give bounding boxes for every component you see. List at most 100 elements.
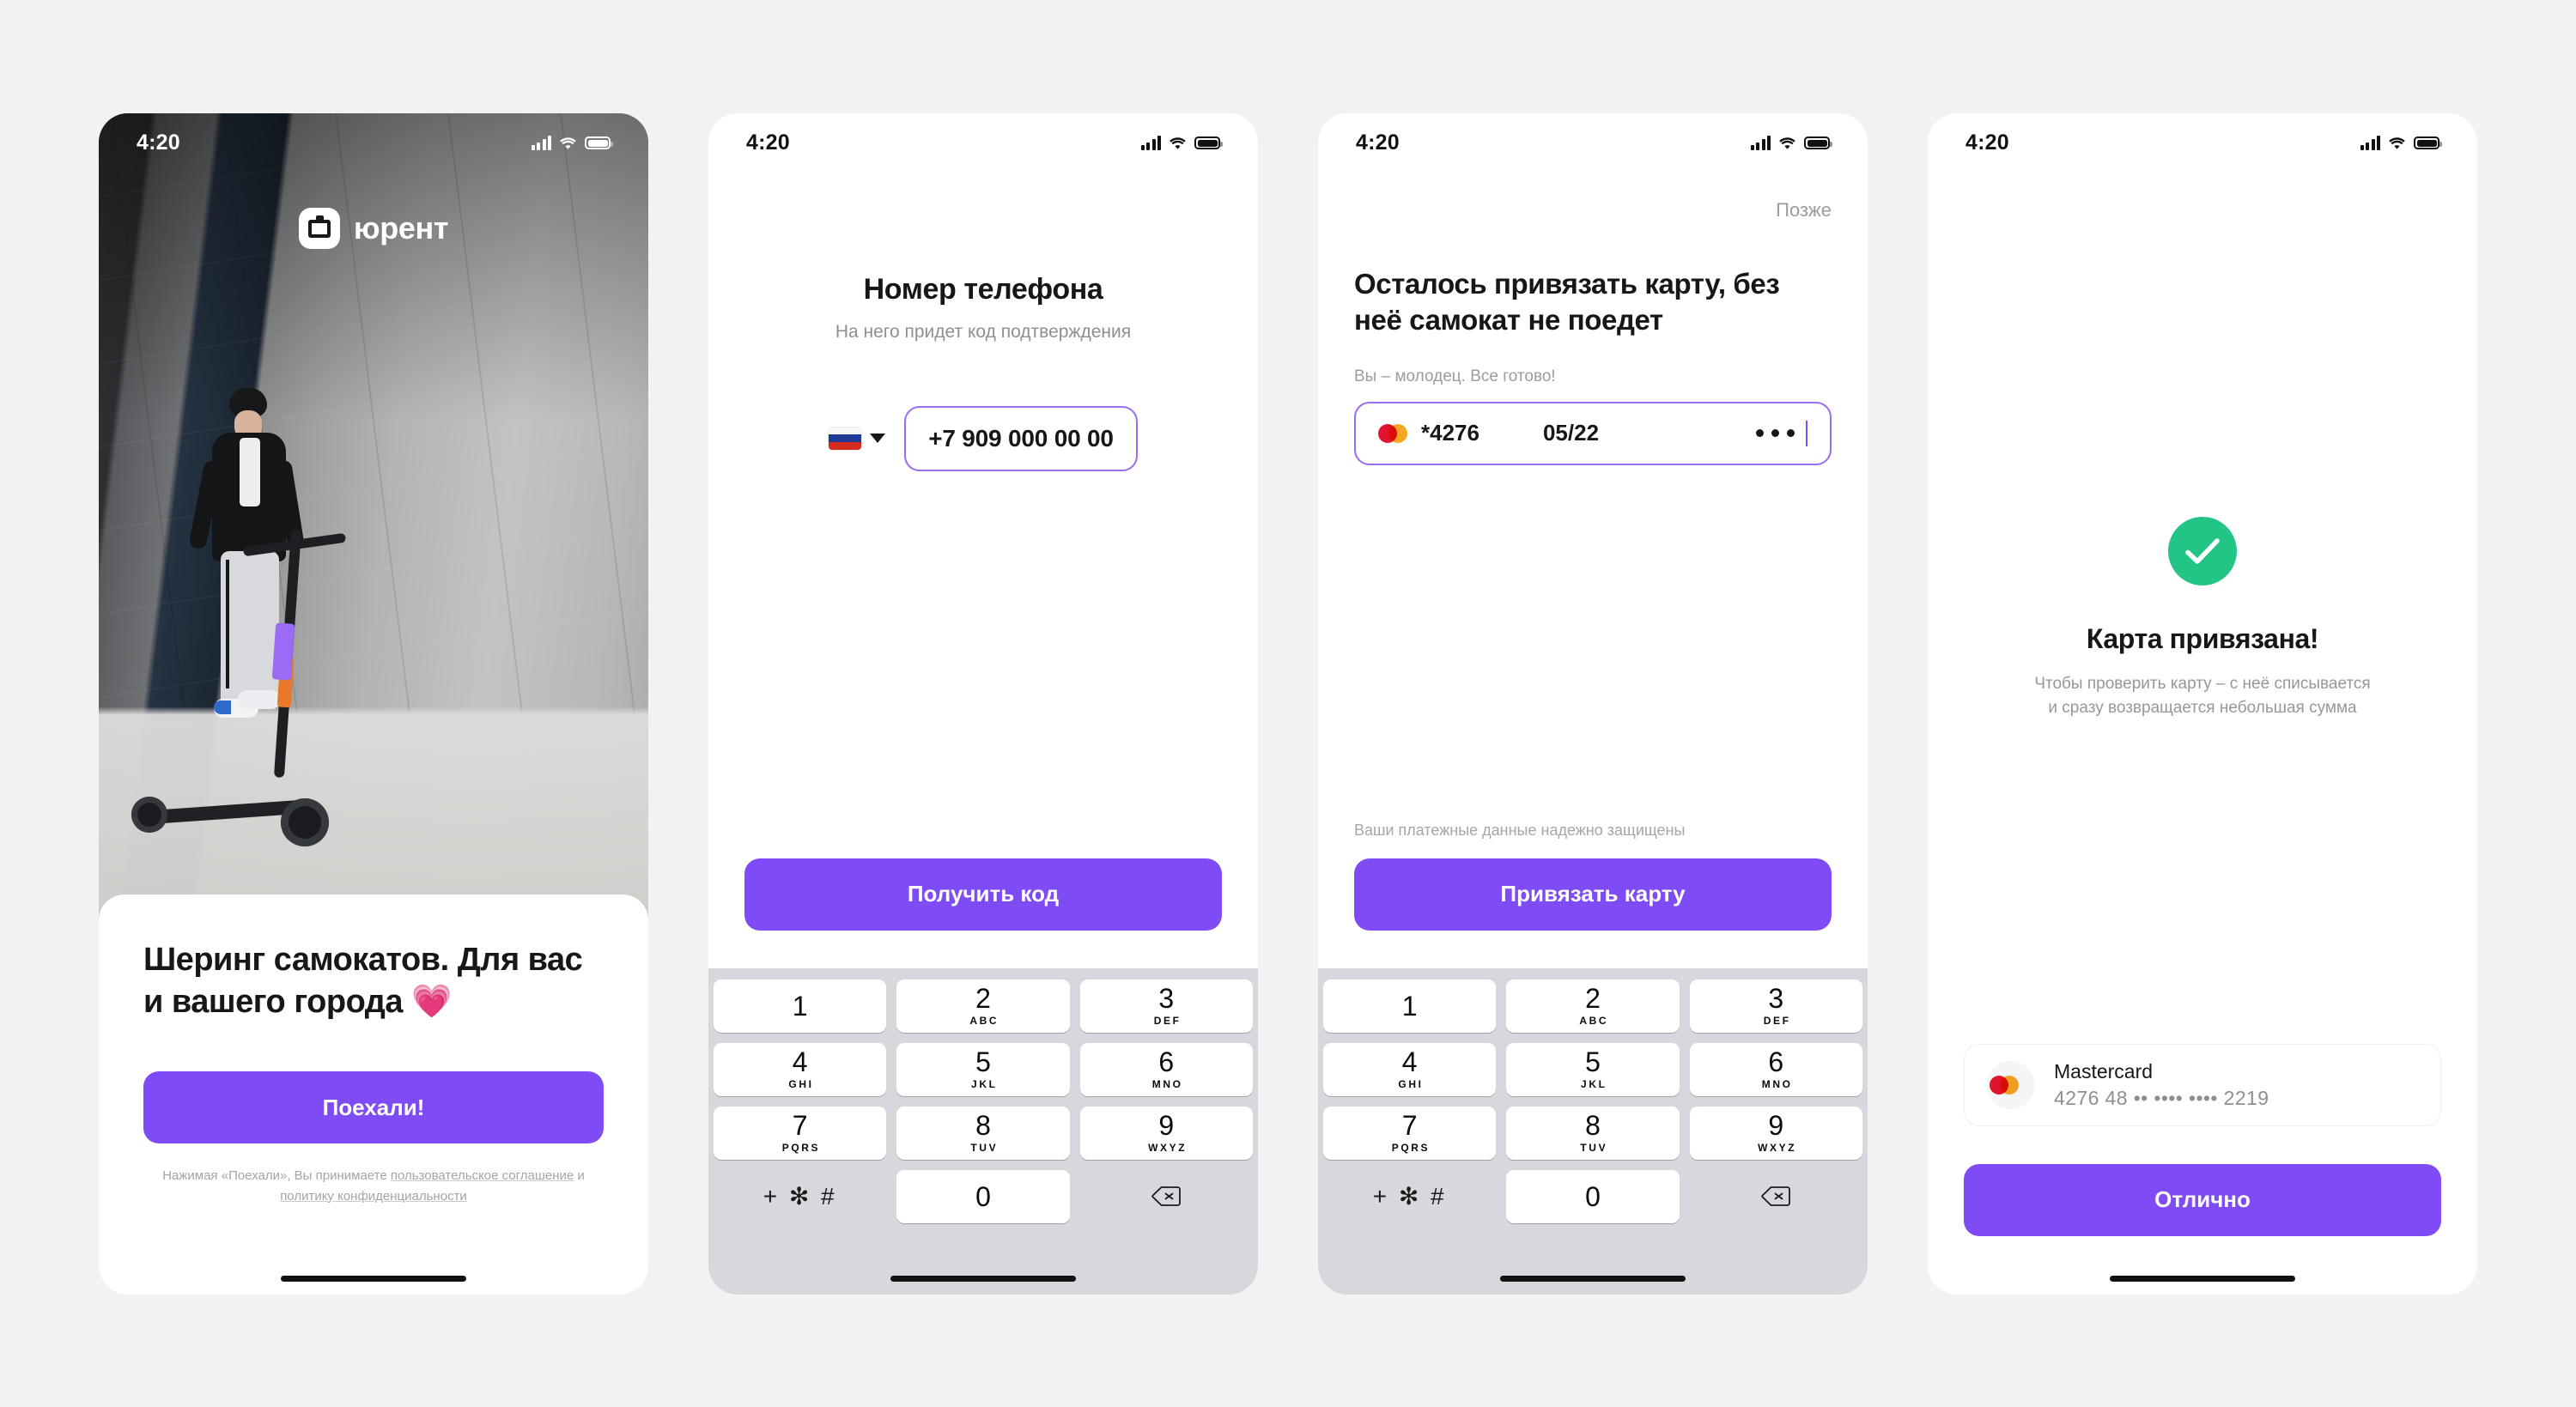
keypad-key-7[interactable]: 7 PQRS [714, 1106, 887, 1160]
check-icon [2185, 537, 2220, 564]
brand-name: юрент [353, 209, 449, 246]
screen-body: Позже Осталось привязать карту, без неё … [1318, 173, 1868, 1295]
phone-screen-card-linked: 4:20 Карта привязана! Чтобы проверить ка… [1928, 112, 2477, 1295]
numeric-keypad: 1 2 ABC 3 DEF 4 GHI 5 JKL 6 MNO 7 PQRS 8 TUV 9W… [708, 967, 1258, 1295]
key-letters: WXYZ [1758, 1142, 1797, 1154]
keypad-key-0[interactable]: 0 [1506, 1169, 1680, 1223]
wifi-icon [1778, 136, 1796, 150]
lets-go-button[interactable]: Поехали! [143, 1071, 604, 1144]
russia-flag-icon [829, 427, 862, 450]
mastercard-badge [1987, 1060, 2035, 1109]
status-icons [1750, 136, 1832, 150]
subtitle-line-2: и сразу возвращается небольшая сумма [2048, 699, 2357, 717]
key-letters: ABC [1579, 1015, 1609, 1027]
keypad-key-backspace[interactable] [1080, 1170, 1253, 1223]
keypad-row: + ✻ # 0 [714, 1169, 1253, 1223]
keypad-key-5[interactable]: 5 JKL [1506, 1042, 1680, 1096]
card-brand-label: Mastercard [2054, 1059, 2154, 1083]
keypad-key-6[interactable]: 6 MNO [1689, 1042, 1862, 1096]
key-letters: PQRS [781, 1142, 821, 1154]
keypad-key-4[interactable]: 4 GHI [714, 1042, 887, 1096]
scooter-front-wheel [281, 798, 329, 846]
keypad-key-2[interactable]: 2 ABC [1506, 979, 1680, 1033]
key-digit: 8 [975, 1110, 991, 1141]
scooter-badge [271, 622, 295, 681]
status-icons [1140, 136, 1223, 150]
card-masked-number: 4276 48 •• •••• •••• 2219 [2054, 1086, 2269, 1109]
get-code-button[interactable]: Получить код [744, 858, 1222, 931]
backspace-icon [1761, 1186, 1791, 1206]
keypad-key-5[interactable]: 5 JKL [896, 1042, 1070, 1096]
bind-card-cta-wrap: Привязать карту [1354, 858, 1832, 931]
security-note: Ваши платежные данные надежно защищены [1354, 821, 1686, 839]
keypad-key-symbols[interactable]: + ✻ # [714, 1170, 886, 1223]
keypad-key-8[interactable]: 8 TUV [1506, 1106, 1680, 1160]
later-button[interactable]: Позже [1354, 199, 1832, 221]
legal-prefix: Нажимая «Поехали», Вы принимаете [162, 1168, 391, 1184]
key-digit: 9 [1158, 1110, 1175, 1141]
text-caret [1806, 420, 1807, 446]
home-indicator [890, 1275, 1076, 1282]
key-digit: 7 [792, 1110, 808, 1141]
keypad-key-7[interactable]: 7 PQRS [1323, 1106, 1497, 1160]
phone-number-input[interactable]: +7 909 000 00 00 [904, 405, 1138, 471]
keypad-row: 7 PQRS 8 TUV 9 WXYZ [1323, 1106, 1862, 1160]
key-letters: MNO [1761, 1078, 1793, 1090]
battery-icon [2414, 136, 2442, 149]
battery-icon [585, 136, 613, 149]
battery-icon [1194, 136, 1223, 149]
phone-mockup-row: 4:20 юрент Шеринг самокатов. Для вас и в… [0, 0, 2576, 1407]
key-letters: TUV [1580, 1142, 1608, 1154]
great-button[interactable]: Отлично [1964, 1163, 2441, 1236]
status-time: 4:20 [137, 130, 180, 155]
keypad-key-9[interactable]: 9 WXYZ [1079, 1106, 1253, 1160]
signal-icon [1140, 136, 1161, 150]
home-indicator [2110, 1275, 2295, 1282]
phone-number-content: Номер телефона На него придет код подтве… [708, 173, 1258, 968]
keypad-key-backspace[interactable] [1690, 1170, 1862, 1223]
keypad-key-1[interactable]: 1 [1323, 979, 1497, 1033]
bind-card-button[interactable]: Привязать карту [1354, 858, 1832, 931]
keypad-key-4[interactable]: 4 GHI [1323, 1042, 1497, 1096]
keypad-key-1[interactable]: 1 [714, 979, 887, 1033]
legal-mid: и [574, 1168, 585, 1184]
key-digit: 3 [1158, 983, 1175, 1014]
keypad-key-0[interactable]: 0 [896, 1169, 1070, 1223]
page-title: Номер телефона [863, 272, 1103, 306]
key-digit: 8 [1585, 1110, 1601, 1141]
heart-emoji: 💗 [411, 983, 452, 1020]
keypad-key-8[interactable]: 8 TUV [896, 1106, 1070, 1160]
keypad-key-3[interactable]: 3 DEF [1079, 979, 1253, 1033]
wifi-icon [1169, 136, 1187, 150]
keypad-row: 4 GHI 5 JKL 6 MNO [714, 1042, 1253, 1096]
wifi-icon [559, 136, 577, 150]
country-selector[interactable] [829, 427, 886, 450]
key-digit: 0 [975, 1180, 991, 1212]
finish-cta-wrap: Отлично [1964, 1163, 2441, 1236]
keypad-key-6[interactable]: 6 MNO [1079, 1042, 1253, 1096]
success-badge [2168, 516, 2237, 585]
key-letters: MNO [1151, 1078, 1183, 1090]
keypad-key-3[interactable]: 3 DEF [1689, 979, 1862, 1033]
key-letters: GHI [788, 1078, 814, 1090]
phone-screen-bind-card: 4:20 Позже Осталось привязать карту, без… [1318, 112, 1868, 1295]
mastercard-icon [1990, 1075, 2019, 1095]
key-digit: 6 [1158, 1046, 1175, 1077]
headline-text: Шеринг самокатов. Для вас и вашего город… [143, 941, 583, 1020]
linked-card-row[interactable]: Mastercard 4276 48 •• •••• •••• 2219 [1964, 1043, 2441, 1126]
linked-card-details: Mastercard 4276 48 •• •••• •••• 2219 [2054, 1060, 2269, 1110]
phone-input-row: +7 909 000 00 00 [744, 405, 1222, 471]
yurent-logo-icon [298, 207, 340, 249]
page-title: Осталось привязать карту, без неё самока… [1354, 267, 1780, 336]
privacy-policy-link[interactable]: политику конфиденциальности [280, 1189, 467, 1204]
signal-icon [531, 136, 551, 150]
key-digit: 2 [975, 983, 991, 1014]
brand-lockup: юрент [99, 207, 648, 249]
keypad-key-2[interactable]: 2 ABC [896, 979, 1070, 1033]
keypad-key-symbols[interactable]: + ✻ # [1323, 1170, 1496, 1223]
page-hint: Вы – молодец. Все готово! [1354, 367, 1556, 385]
user-agreement-link[interactable]: пользовательское соглашение [391, 1168, 574, 1183]
card-input-field[interactable]: *4276 05/22 [1354, 401, 1832, 465]
keypad-key-9[interactable]: 9 WXYZ [1689, 1106, 1862, 1160]
chevron-down-icon [870, 434, 886, 443]
